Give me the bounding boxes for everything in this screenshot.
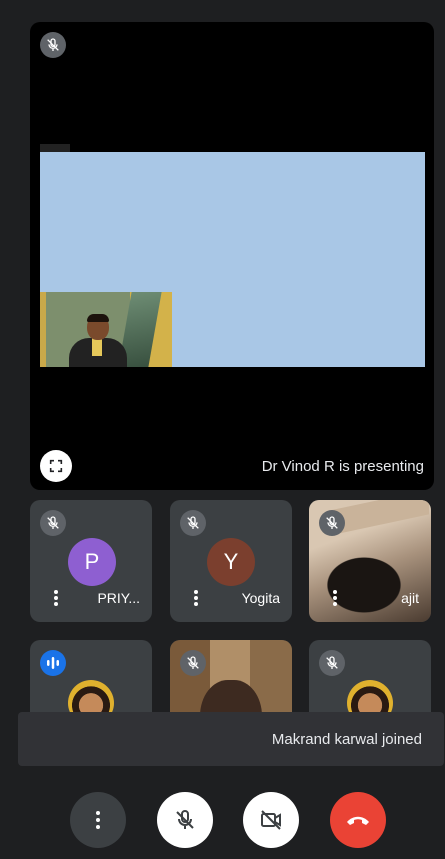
more-options-button[interactable] (70, 792, 126, 848)
mic-off-icon (319, 510, 345, 536)
camera-toggle-button[interactable] (243, 792, 299, 848)
end-call-button[interactable] (330, 792, 386, 848)
mic-off-icon (180, 510, 206, 536)
speaking-indicator-icon (40, 650, 66, 676)
mic-off-icon (319, 650, 345, 676)
more-options-icon[interactable] (46, 586, 66, 610)
hang-up-icon (347, 816, 369, 825)
avatar: P (68, 538, 116, 586)
camera-off-icon (261, 810, 281, 830)
mic-off-icon (40, 32, 66, 58)
participant-tile-priy[interactable]: P PRIY... (30, 500, 152, 622)
microphone-toggle-button[interactable] (157, 792, 213, 848)
more-options-icon[interactable] (325, 586, 345, 610)
more-options-icon[interactable] (186, 586, 206, 610)
meeting-screen: Dr Vinod R is presenting ajit Y Yogita P… (0, 0, 445, 859)
mic-off-icon (180, 650, 206, 676)
participant-tile-yogita[interactable]: Y Yogita (170, 500, 292, 622)
participant-name: ajit (401, 590, 419, 606)
participant-name: PRIY... (97, 590, 140, 606)
avatar: Y (207, 538, 255, 586)
shared-screen (40, 144, 425, 367)
more-vert-icon (96, 811, 100, 829)
presenting-label: Dr Vinod R is presenting (261, 458, 424, 475)
join-notification: Makrand karwal joined (18, 712, 444, 766)
presenter-camera-video (40, 292, 172, 367)
fullscreen-button[interactable] (40, 450, 72, 482)
fullscreen-icon (49, 459, 63, 473)
presenter-tile[interactable]: Dr Vinod R is presenting (30, 22, 434, 490)
participant-name: Yogita (241, 590, 280, 606)
mic-off-icon (40, 510, 66, 536)
participant-tile-ajit[interactable]: ajit (309, 500, 431, 622)
notification-text: Makrand karwal joined (271, 730, 422, 748)
mic-off-icon (176, 809, 194, 829)
